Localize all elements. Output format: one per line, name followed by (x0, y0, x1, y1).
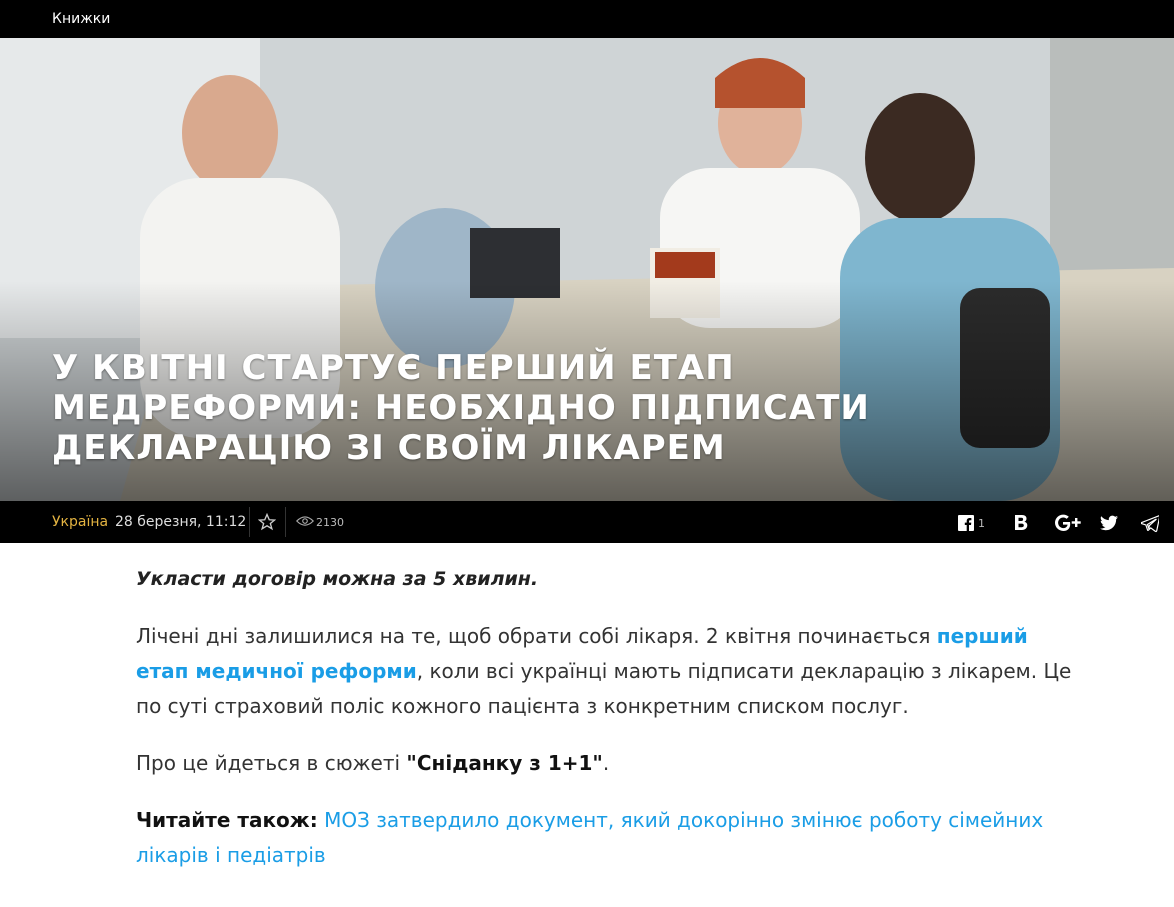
star-icon[interactable] (258, 513, 276, 531)
read-also: Читайте також: МОЗ затвердило документ, … (136, 803, 1076, 873)
article-lead: Укласти договір можна за 5 хвилин. (136, 568, 539, 590)
publish-date: 28 березня, 11:12 (115, 514, 247, 530)
google-plus-icon[interactable] (1055, 513, 1081, 533)
views-count: 2130 (316, 516, 344, 529)
vk-icon[interactable] (1013, 513, 1029, 533)
paragraph-text: . (602, 751, 610, 775)
article-paragraph: Лічені дні залишилися на те, щоб обрати … (136, 619, 1076, 724)
article-title: У квітні стартує перший етап медреформи:… (52, 348, 870, 468)
article-body: Укласти договір можна за 5 хвилин. Лічен… (136, 562, 1076, 895)
read-also-label: Читайте також: (136, 808, 318, 832)
show-name: "Сніданку з 1+1" (406, 751, 603, 775)
nav-item-books[interactable]: Книжки (52, 11, 110, 27)
article-meta-bar: Україна 28 березня, 11:12 2130 1 (0, 501, 1174, 543)
article-paragraph: Про це йдеться в сюжеті "Сніданку з 1+1"… (136, 746, 1076, 781)
paragraph-text: Лічені дні залишилися на те, щоб обрати … (136, 624, 937, 648)
share-count: 1 (978, 517, 985, 530)
hero-image: У квітні стартує перший етап медреформи:… (0, 38, 1174, 501)
telegram-icon[interactable] (1141, 513, 1159, 533)
region-link[interactable]: Україна (52, 514, 108, 530)
twitter-icon[interactable] (1100, 513, 1118, 533)
divider (285, 507, 286, 537)
eye-icon (296, 516, 314, 526)
paragraph-text: Про це йдеться в сюжеті (136, 751, 407, 775)
divider (249, 507, 250, 537)
facebook-icon[interactable] (958, 513, 974, 533)
top-navbar: Книжки (0, 0, 1174, 38)
